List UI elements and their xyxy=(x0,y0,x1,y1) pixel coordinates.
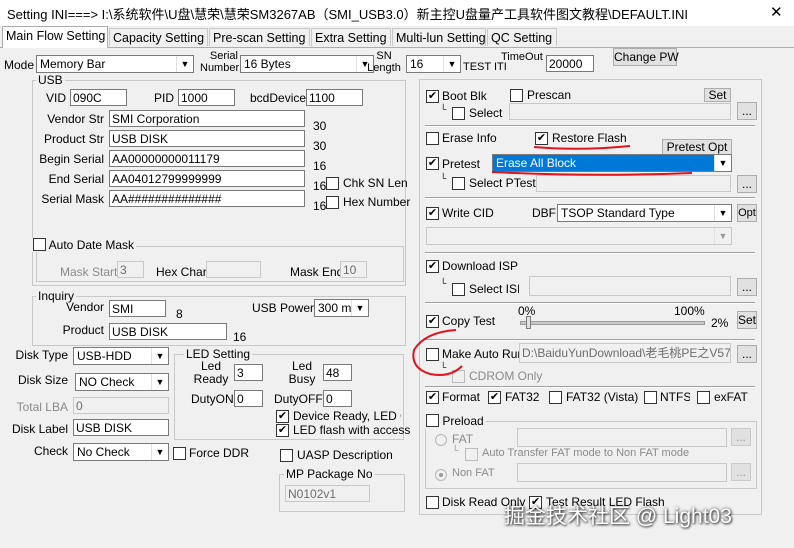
make-auto-run-circle xyxy=(412,329,463,376)
restore-flash-underline xyxy=(533,145,631,150)
erase-all-block-underline xyxy=(491,171,693,176)
watermark: 掘金技术社区 @ Light03 xyxy=(504,505,732,528)
red-annotation-overlay xyxy=(412,145,693,376)
tab-main-flow-setting[interactable]: Main Flow Setting xyxy=(2,26,108,48)
